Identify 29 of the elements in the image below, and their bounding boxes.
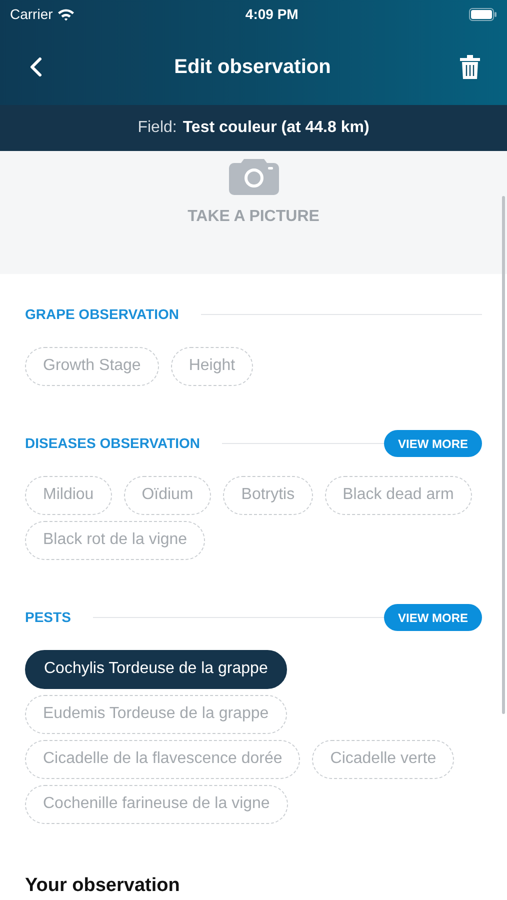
section-title: DISEASES OBSERVATION [25,434,200,453]
section-title: PESTS [25,608,71,627]
take-picture-button[interactable]: TAKE A PICTURE [0,151,507,274]
field-value: Test couleur (at 44.8 km) [182,118,370,138]
tag-chip[interactable]: Botrytis [223,476,313,514]
tag-chip[interactable]: Eudemis Tordeuse de la grappe [25,694,287,734]
screen-title: Edit observation [174,54,331,80]
tag-chip[interactable]: Black rot de la vigne [25,520,206,560]
clock-label: 4:09 PM [245,4,298,24]
section-title: GRAPE OBSERVATION [25,305,180,324]
view-more-button[interactable]: VIEW MORE [384,430,482,457]
back-icon [29,56,43,78]
tag-chip[interactable]: Mildiou [25,476,112,514]
tag-chip[interactable]: Cochylis Tordeuse de la grappe [25,650,287,688]
view-more-button[interactable]: VIEW MORE [384,604,482,631]
carrier-label: Carrier [10,4,53,24]
tag-chip[interactable]: Black dead arm [324,476,472,514]
tag-chip[interactable]: Oïdium [124,476,212,514]
tag-chip[interactable]: Cochenille farineuse de la vigne [25,784,288,824]
wifi-icon [56,8,75,20]
delete-button[interactable] [458,54,481,80]
tag-chip[interactable]: Growth Stage [25,346,159,386]
battery-icon [468,8,497,20]
field-label: Field: [138,118,177,138]
tag-chip[interactable]: Cicadelle verte [312,740,454,778]
observation-heading: Your observation [25,874,181,898]
trash-icon [460,54,480,78]
tag-chip[interactable]: Cicadelle de la flavescence dorée [25,740,300,778]
tag-chip[interactable]: Height [170,346,254,386]
